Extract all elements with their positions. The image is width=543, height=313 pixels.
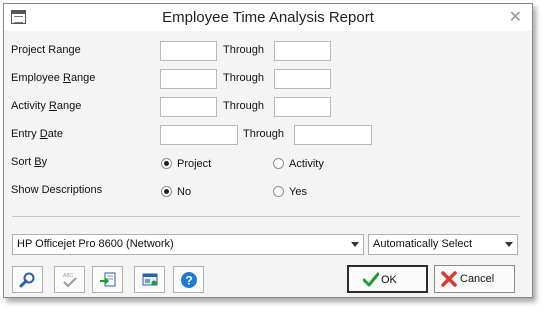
cancel-x-icon (441, 271, 457, 287)
print-preview-button[interactable] (134, 266, 165, 293)
show-descriptions-label: Show Descriptions (11, 184, 103, 196)
activity-range-label: Activity Range (11, 100, 82, 112)
entry-date-through-label: Through (243, 128, 284, 140)
search-icon (19, 272, 35, 288)
descriptions-yes-radio[interactable] (273, 186, 284, 197)
export-icon (100, 272, 116, 287)
descriptions-no-label: No (177, 186, 192, 198)
print-preview-icon (142, 273, 158, 286)
export-button[interactable] (92, 266, 123, 293)
chevron-down-icon (505, 242, 513, 247)
entry-date-label: Entry Date (11, 128, 63, 140)
title-bar: Employee Time Analysis Report ✕ (4, 4, 532, 31)
project-range-from-field[interactable] (160, 41, 217, 61)
entry-date-from-field[interactable] (160, 125, 238, 145)
chevron-down-icon (351, 242, 359, 247)
employee-through-label: Through (223, 72, 264, 84)
svg-text:?: ? (185, 274, 192, 288)
sort-activity-radio[interactable] (273, 158, 284, 169)
sort-project-label: Project (177, 158, 212, 170)
descriptions-yes-label: Yes (289, 186, 307, 198)
svg-text:ABC: ABC (63, 273, 74, 279)
report-dialog: Employee Time Analysis Report ✕ Project … (3, 3, 533, 298)
close-icon[interactable]: ✕ (509, 7, 522, 27)
paper-source-value: Automatically Select (373, 238, 473, 250)
spellcheck-icon: ABC (63, 273, 77, 288)
window-title: Employee Time Analysis Report (162, 9, 374, 26)
employee-range-from-field[interactable] (160, 69, 217, 89)
sort-project-radio[interactable] (161, 158, 172, 169)
entry-date-to-field[interactable] (294, 125, 372, 145)
sort-activity-label: Activity (289, 158, 324, 170)
help-button[interactable]: ? (173, 266, 204, 293)
activity-range-to-field[interactable] (274, 97, 331, 117)
ok-button-label: OK (381, 274, 397, 286)
project-through-label: Through (223, 44, 264, 56)
ok-button[interactable]: OK (347, 265, 428, 293)
paper-source-select[interactable]: Automatically Select (368, 234, 518, 255)
activity-through-label: Through (223, 100, 264, 112)
activity-range-from-field[interactable] (160, 97, 217, 117)
printer-select[interactable]: HP Officejet Pro 8600 (Network) (12, 234, 364, 255)
checkmark-icon (363, 272, 379, 287)
project-range-to-field[interactable] (274, 41, 331, 61)
printer-select-value: HP Officejet Pro 8600 (Network) (17, 238, 174, 250)
find-button[interactable] (12, 266, 43, 293)
project-range-label: Project Range (11, 44, 81, 56)
cancel-button-label: Cancel (460, 273, 495, 285)
divider (12, 216, 520, 217)
cancel-button[interactable]: Cancel (434, 265, 515, 293)
descriptions-no-radio[interactable] (161, 186, 172, 197)
employee-range-to-field[interactable] (274, 69, 331, 89)
help-icon: ? (181, 272, 197, 288)
spellcheck-button[interactable]: ABC (54, 266, 85, 293)
sort-by-label: Sort By (11, 156, 48, 168)
employee-range-label: Employee Range (11, 72, 96, 84)
